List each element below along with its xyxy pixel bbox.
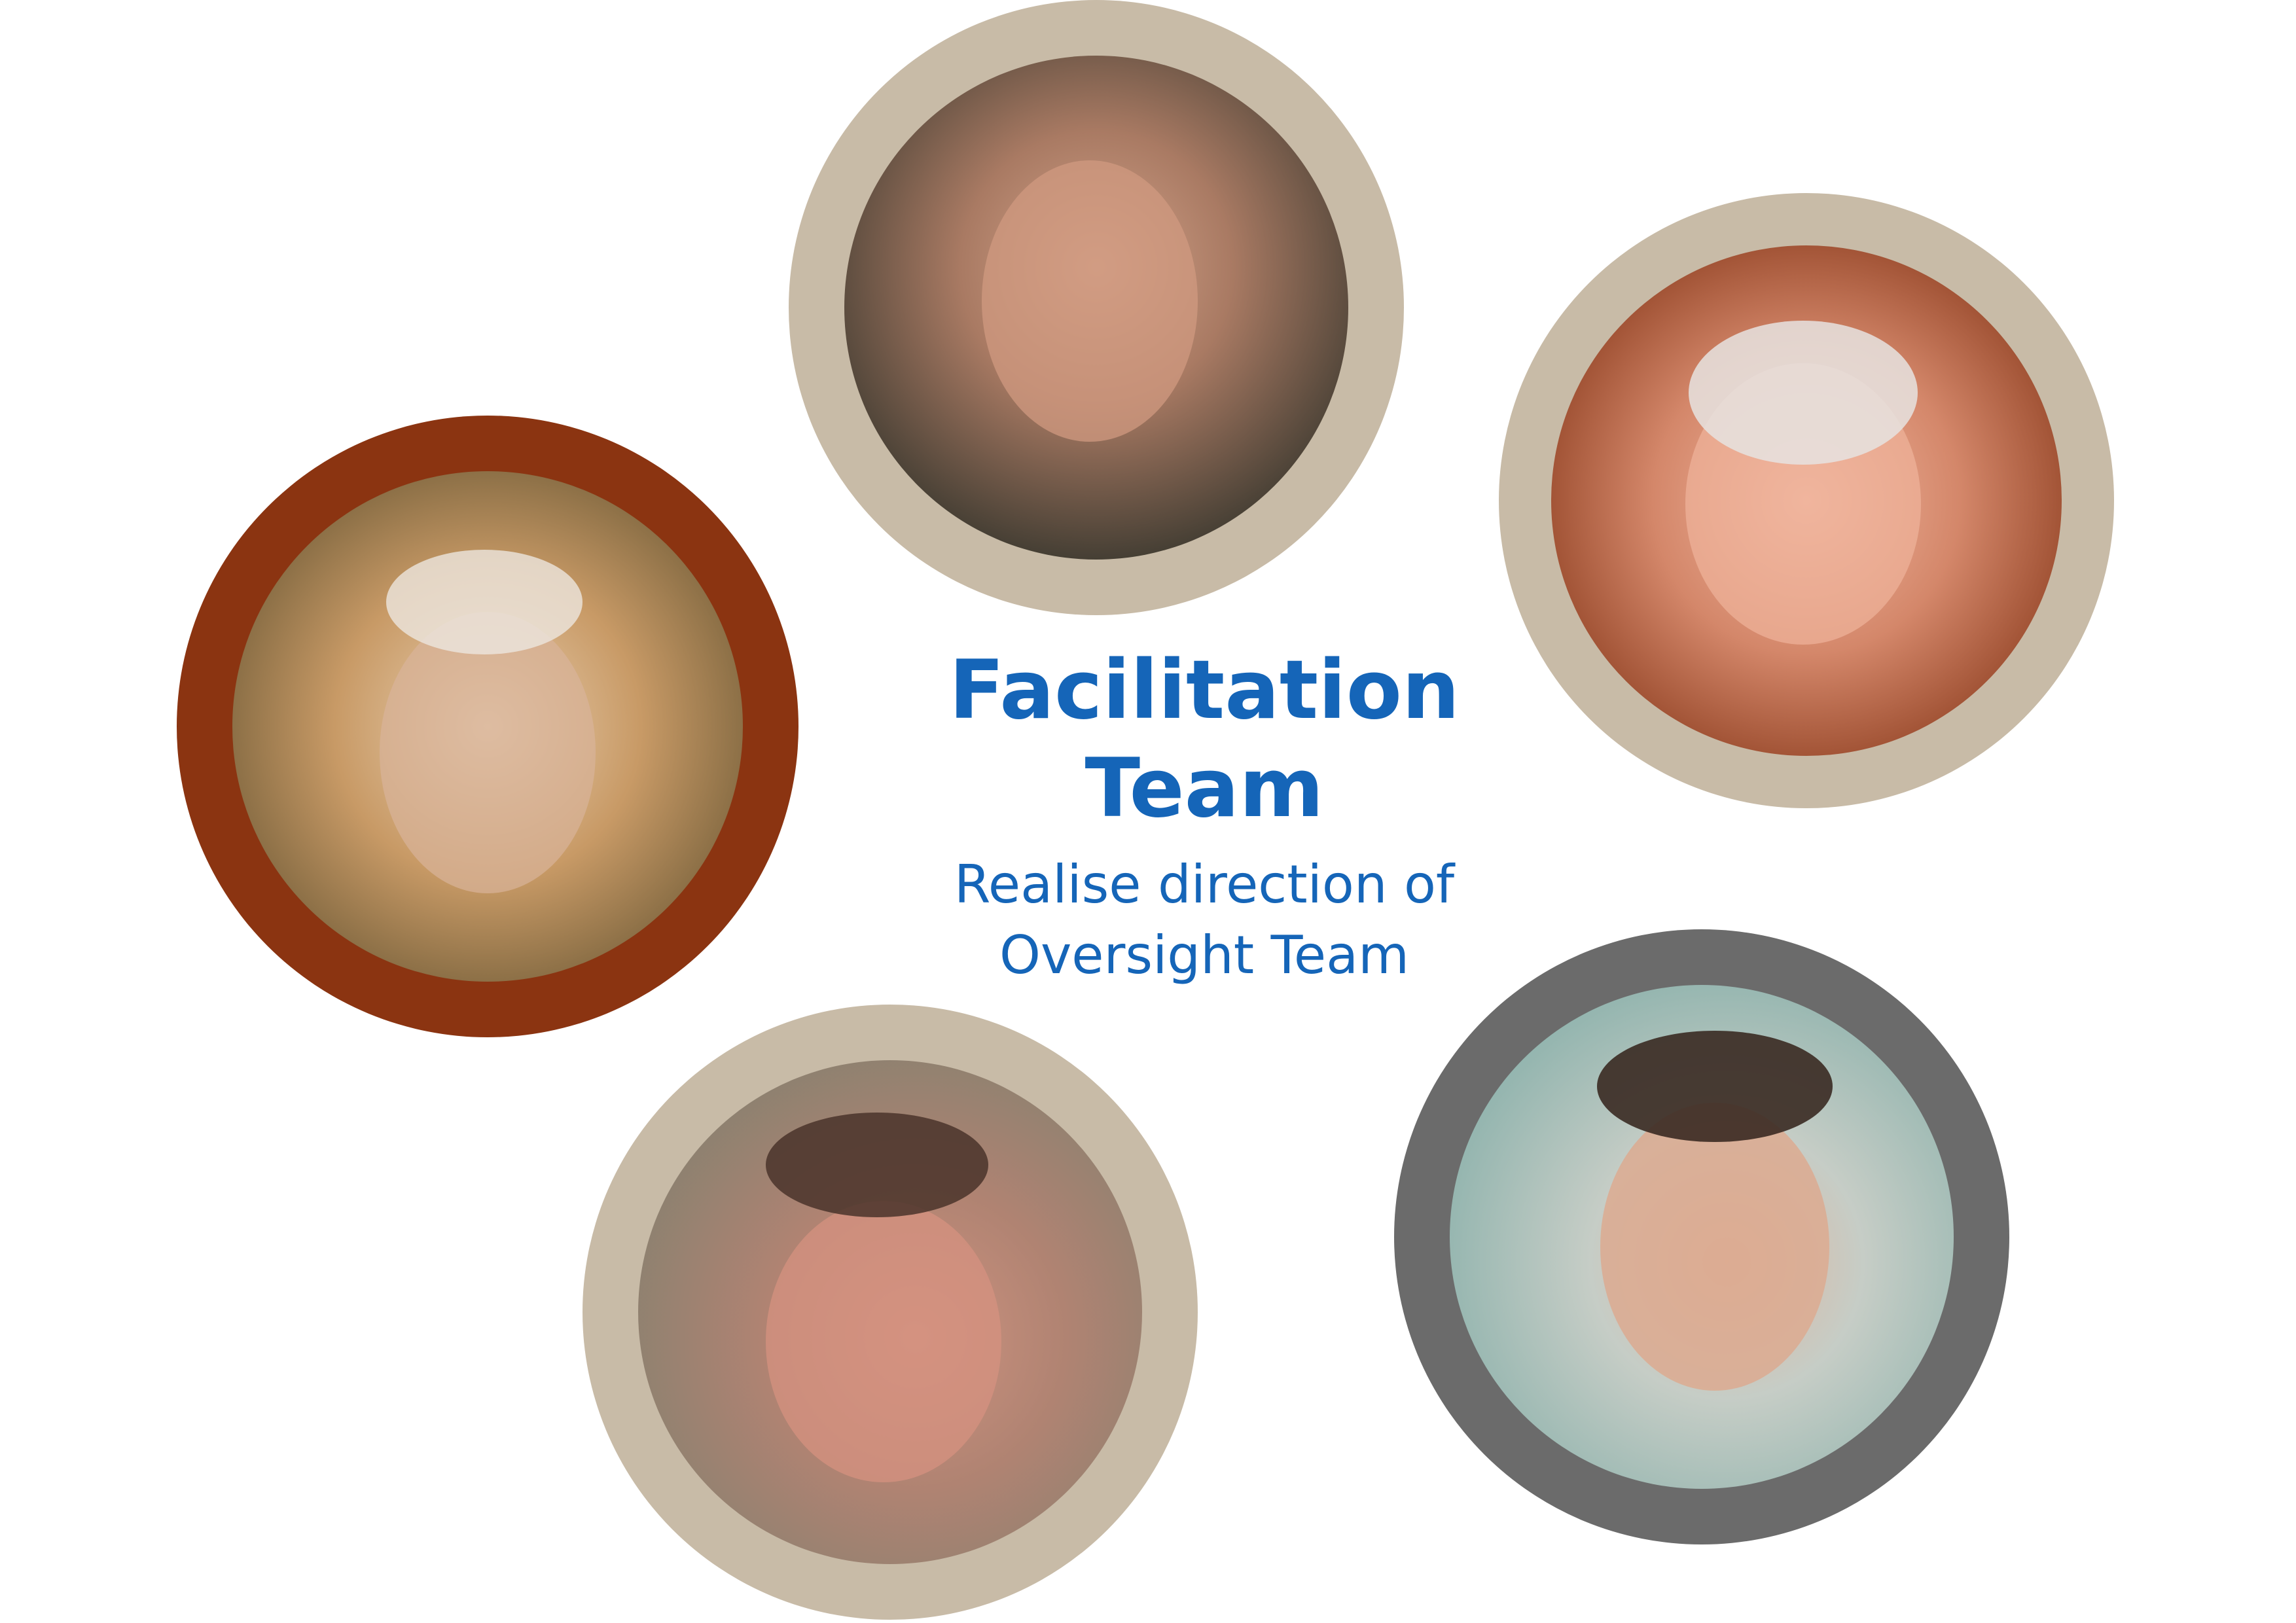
hair-shape [386,550,583,654]
heading-subtitle-line-1: Realise direction of [954,854,1455,915]
hair-shape [1689,321,1918,465]
hair-shape [766,1113,988,1217]
hair-shape [1597,1031,1833,1142]
member-mark-everett: Mark Everett - Safeguarding Deacon [789,0,1404,615]
heading-block: Facilitation Team Realise direction of O… [870,641,1538,991]
face-shape [766,1201,1001,1482]
face-shape [1600,1103,1829,1391]
heading-title-line-2: Team [1085,741,1324,836]
member-martin-sheringham: Martin Sheringham - Fabric Deacon [1499,57,2114,808]
face-shape [982,160,1198,442]
member-norman-fuggle: Norman Fuggle - Elder & Secretary [177,287,798,1037]
member-roger-hammett: Roger Hammett - Deacon & Treasurer [582,920,1200,1620]
heading-title-line-1: Facilitation [948,643,1460,738]
heading-subtitle-line-2: Oversight Team [999,925,1410,986]
